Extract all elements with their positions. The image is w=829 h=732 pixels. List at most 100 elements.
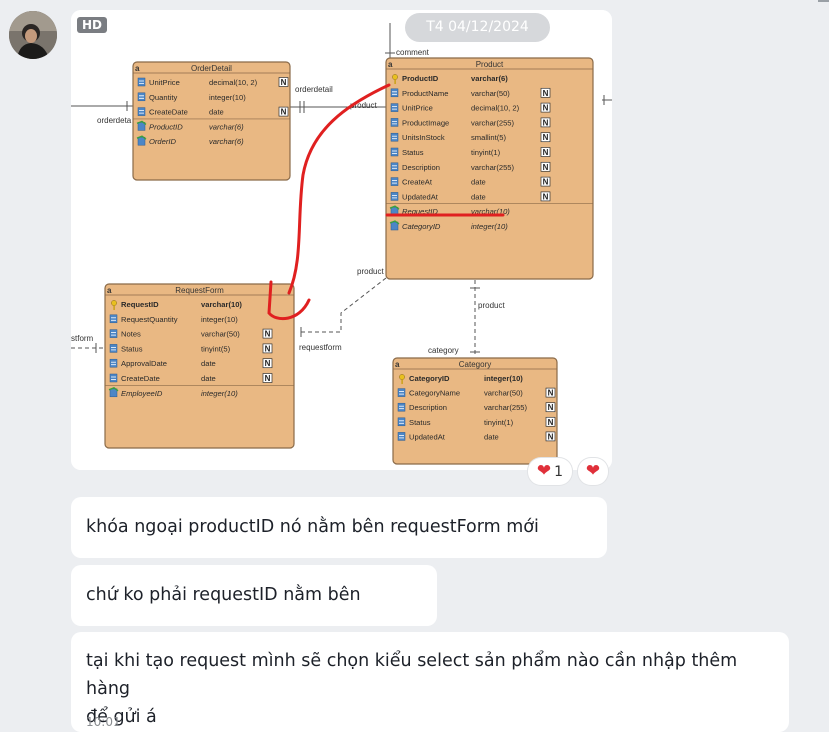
- column-name: UpdatedAt: [402, 192, 439, 201]
- column-icon: [109, 358, 118, 368]
- column-type: tinyint(1): [471, 148, 501, 157]
- column-icon: [390, 88, 399, 98]
- table-corner-mark: a: [107, 286, 112, 295]
- nullable-badge: N: [545, 387, 556, 398]
- message-bubble[interactable]: tại khi tạo request mình sẽ chọn kiểu se…: [71, 632, 789, 732]
- reaction-add-heart[interactable]: ❤: [578, 458, 608, 485]
- nullable-flag: N: [543, 118, 549, 127]
- column-name: Description: [402, 163, 440, 172]
- column-icon: [390, 162, 399, 172]
- column-type: integer(10): [201, 389, 238, 398]
- nullable-badge: N: [540, 87, 551, 98]
- nullable-badge: N: [545, 416, 556, 427]
- table-corner-mark: a: [388, 60, 393, 69]
- table-request-form: a RequestForm RequestID varchar(10) RequestQ…: [104, 283, 295, 449]
- column-type: date: [209, 108, 224, 117]
- table-name: Product: [476, 60, 504, 69]
- nullable-badge: N: [540, 147, 551, 157]
- column-icon: [390, 147, 399, 157]
- nullable-flag: N: [281, 78, 287, 87]
- column-name: ProductID: [149, 122, 183, 131]
- nullable-badge: N: [545, 402, 556, 412]
- column-icon: [390, 177, 399, 186]
- column-type: integer(10): [201, 315, 238, 324]
- column-type: varchar(255): [471, 163, 515, 172]
- avatar-photo: [9, 11, 57, 59]
- table-order-detail: a OrderDetail UnitPrice decimal(10, 2) N Quan…: [132, 61, 291, 181]
- nullable-flag: N: [548, 418, 554, 427]
- column-name: CreateAt: [402, 178, 433, 187]
- reaction-heart-count[interactable]: ❤ 1: [528, 458, 572, 485]
- column-name: Status: [402, 148, 424, 157]
- nullable-badge: N: [540, 102, 551, 113]
- er-diagram: a OrderDetail UnitPrice decimal(10, 2) N Quan…: [71, 10, 612, 470]
- nullable-badge: N: [278, 77, 289, 87]
- column-name: Description: [409, 403, 447, 412]
- column-name: CreateDate: [149, 108, 188, 117]
- message-bubble[interactable]: khóa ngoại productID nó nằm bên requestF…: [71, 497, 607, 598]
- nullable-flag: N: [543, 192, 549, 201]
- nullable-flag: N: [543, 89, 549, 98]
- foreign-key-icon: [108, 387, 119, 398]
- nullable-flag: N: [543, 163, 549, 172]
- relationship-label: orderdeta: [97, 116, 132, 125]
- column-type: date: [201, 374, 216, 383]
- nullable-flag: N: [265, 330, 271, 339]
- nullable-badge: N: [540, 176, 551, 187]
- image-message[interactable]: a OrderDetail UnitPrice decimal(10, 2) N Quan…: [71, 10, 612, 470]
- column-name: Status: [409, 418, 431, 427]
- relationship-label: requestform: [299, 343, 342, 352]
- column-name: ProductImage: [402, 118, 449, 127]
- column-name: ApprovalDate: [121, 359, 167, 368]
- column-type: date: [484, 432, 499, 441]
- column-type: date: [201, 359, 216, 368]
- message-text-line: để gửi á: [86, 707, 157, 727]
- column-type: integer(10): [484, 374, 523, 383]
- column-type: smallint(5): [471, 133, 506, 142]
- message-bubble[interactable]: chứ ko phải requestID nằm bên product: [71, 565, 437, 666]
- nullable-flag: N: [543, 104, 549, 113]
- nullable-badge: N: [540, 132, 551, 142]
- column-name: UnitsInStock: [402, 133, 445, 142]
- column-name: EmployeeID: [121, 389, 163, 398]
- column-icon: [390, 132, 399, 142]
- column-icon: [397, 402, 406, 412]
- column-type: integer(10): [471, 222, 508, 231]
- column-icon: [109, 373, 118, 383]
- column-name: Notes: [121, 330, 141, 339]
- table-name: Category: [459, 360, 491, 369]
- nullable-badge: N: [540, 117, 551, 127]
- hd-badge: HD: [77, 17, 108, 33]
- column-type: varchar(6): [209, 137, 244, 146]
- nullable-badge: N: [540, 161, 551, 172]
- column-type: date: [471, 192, 486, 201]
- avatar[interactable]: [9, 11, 57, 59]
- relationship-label: orderdetail: [295, 85, 333, 94]
- nullable-flag: N: [265, 344, 271, 353]
- column-type: varchar(50): [471, 89, 510, 98]
- heart-icon: ❤: [585, 461, 601, 481]
- column-name: UnitPrice: [402, 104, 433, 113]
- nullable-flag: N: [548, 389, 554, 398]
- nullable-badge: N: [262, 343, 273, 353]
- relationship-label: category: [428, 346, 459, 355]
- column-type: varchar(50): [484, 389, 523, 398]
- column-name: UpdatedAt: [409, 432, 446, 441]
- column-icon: [390, 192, 399, 201]
- column-icon: [137, 92, 146, 102]
- message-text-line: tại khi tạo request mình sẽ chọn kiểu se…: [86, 651, 738, 699]
- column-icon: [109, 344, 118, 353]
- date-separator: T4 04/12/2024: [405, 13, 550, 42]
- column-name: CreateDate: [121, 374, 160, 383]
- relationship-label: product: [478, 301, 505, 310]
- table-product: a Product ProductID varchar(6) ProductName va…: [385, 57, 594, 280]
- column-type: varchar(10): [201, 300, 242, 309]
- foreign-key-icon: [389, 220, 400, 231]
- column-icon: [397, 417, 406, 427]
- nullable-flag: N: [543, 133, 549, 142]
- column-name: Status: [121, 344, 143, 353]
- column-type: varchar(50): [201, 330, 240, 339]
- window-edge-mark: [818, 0, 829, 2]
- reaction-count: 1: [554, 463, 564, 480]
- message-time: 10:01: [86, 715, 121, 729]
